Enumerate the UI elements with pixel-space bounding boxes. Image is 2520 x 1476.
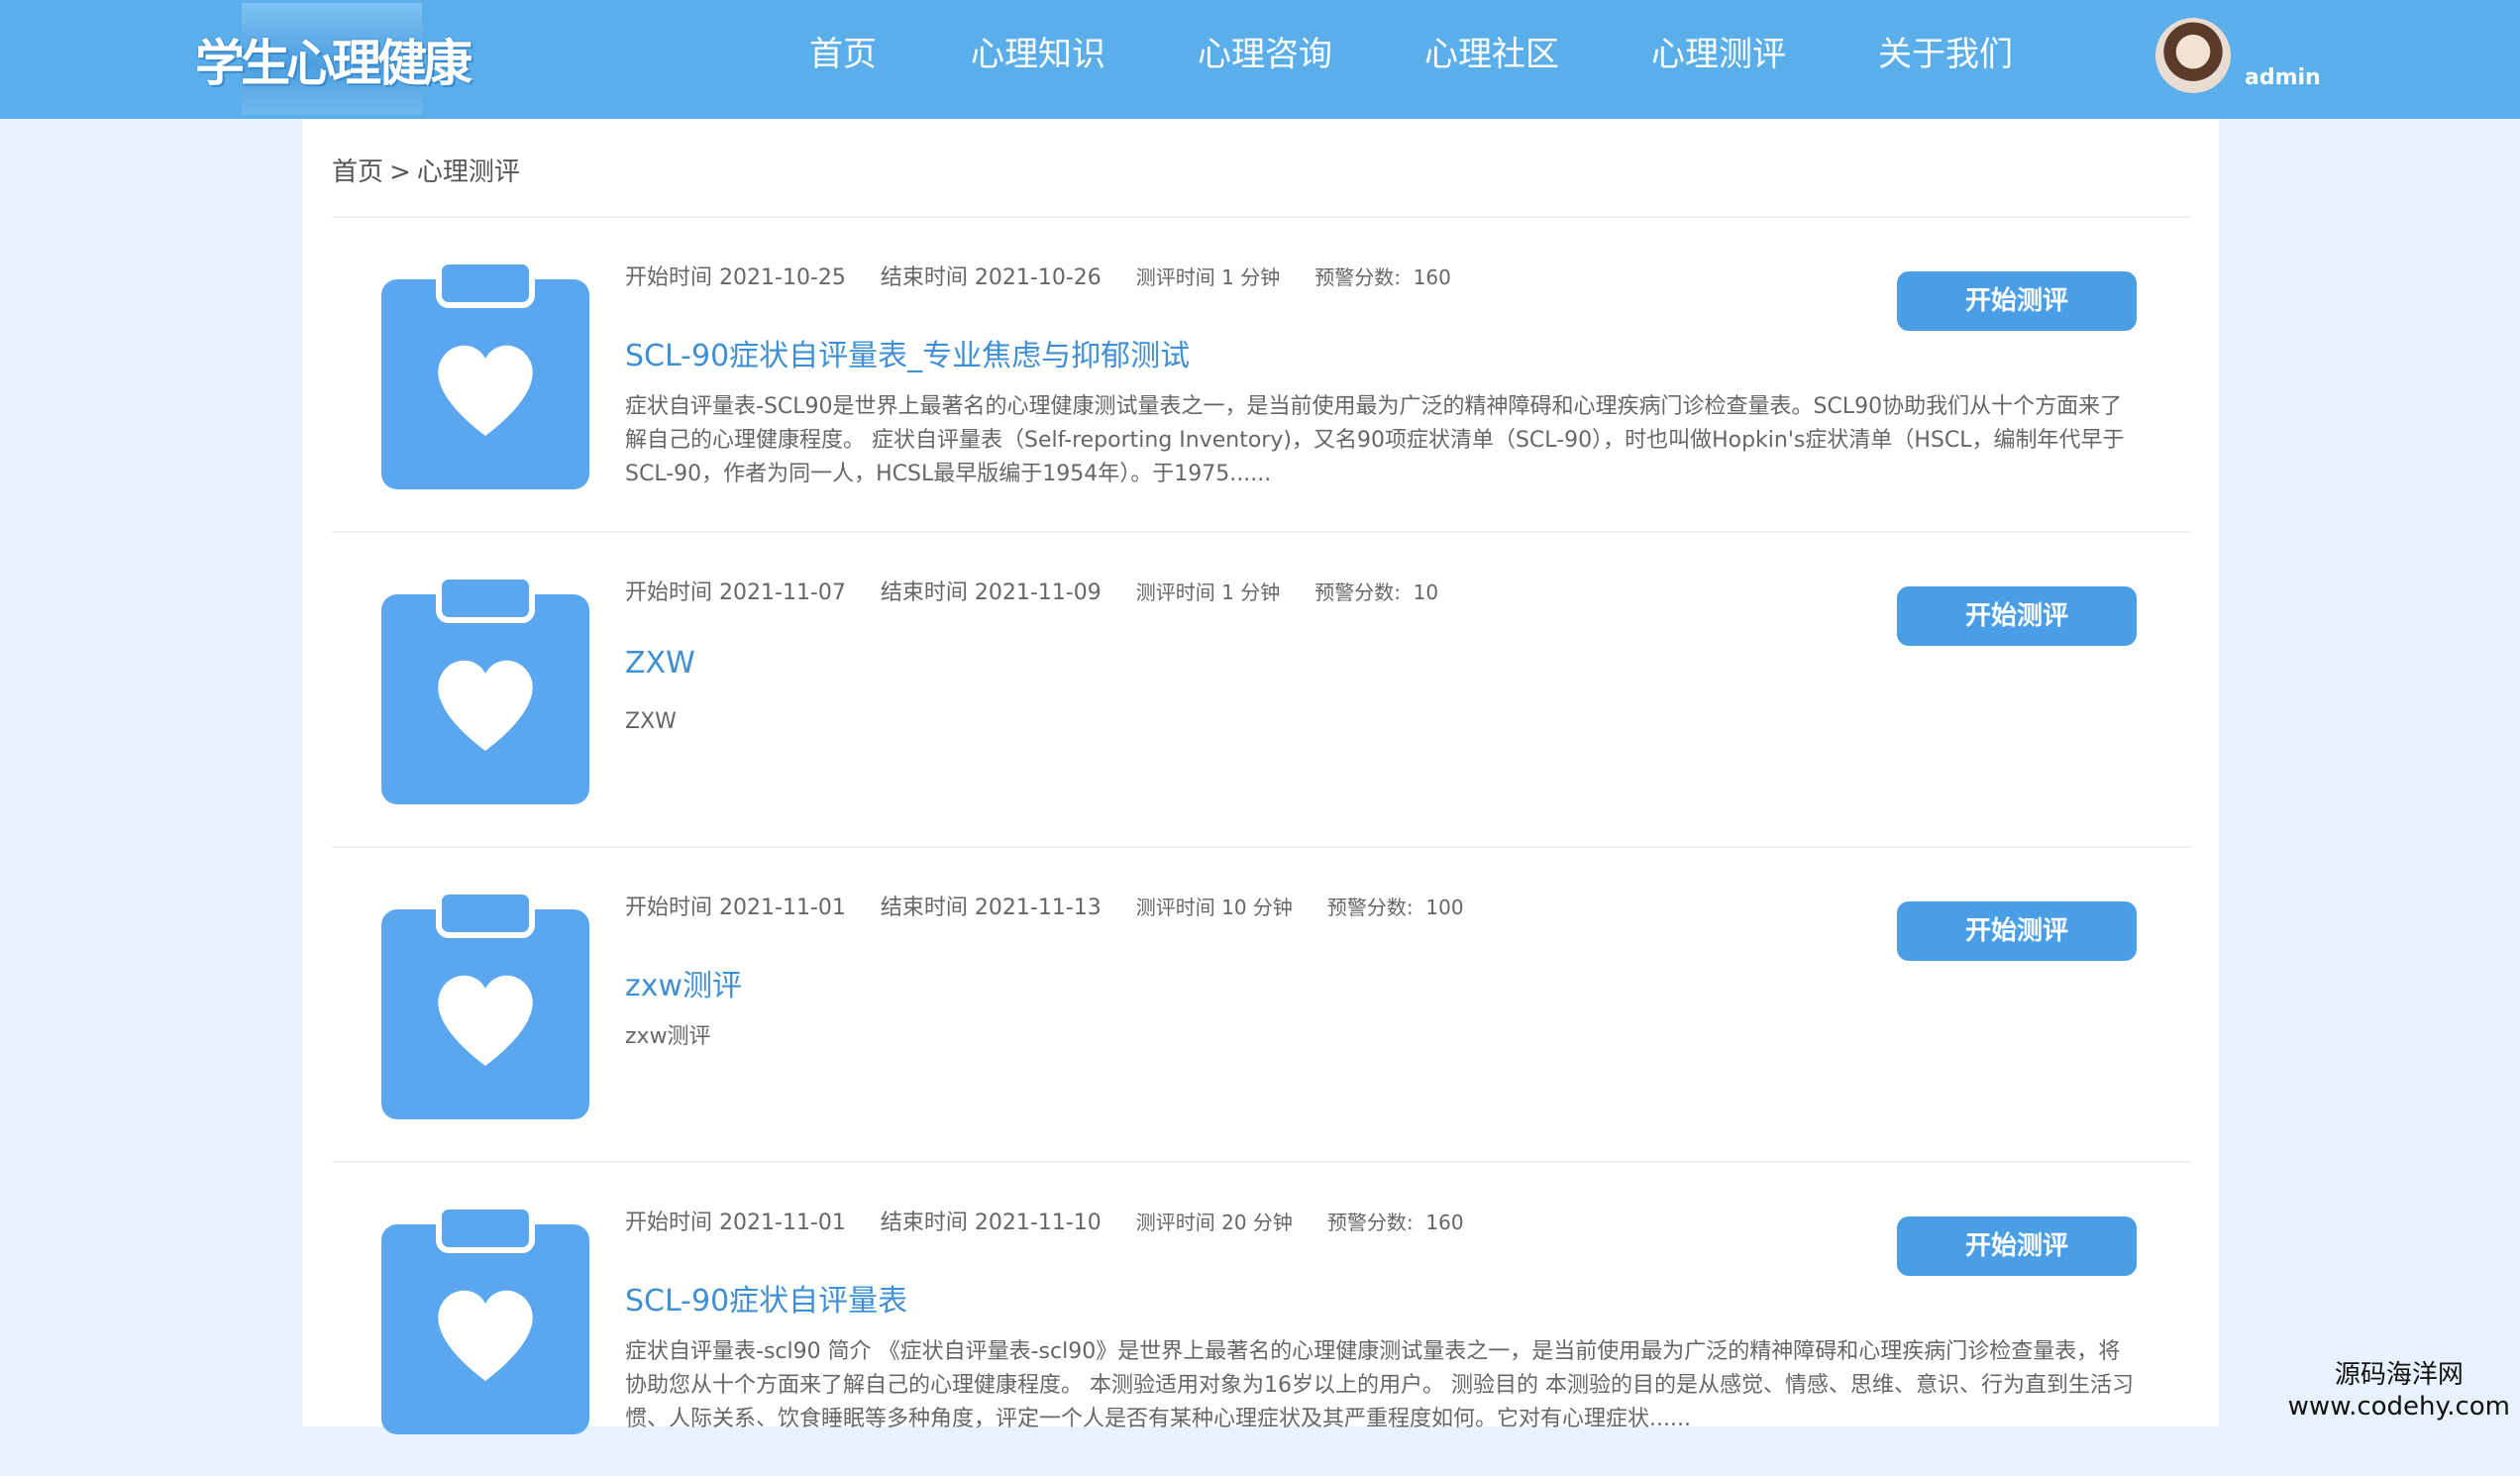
watermark-line1: 源码海洋网 (2334, 1360, 2464, 1390)
assessment-item: 开始时间 2021-10-25 结束时间 2021-10-26 测评时间 1 分… (332, 218, 2190, 531)
warning-score-value: 100 (1425, 896, 1464, 919)
assessment-item: 开始时间 2021-11-07 结束时间 2021-11-09 测评时间 1 分… (332, 533, 2190, 846)
duration-value: 1 分钟 (1221, 580, 1281, 604)
assessment-item: 开始时间 2021-11-01 结束时间 2021-11-13 测评时间 10 … (332, 848, 2190, 1161)
username-label[interactable]: admin (2245, 65, 2321, 90)
end-time-label: 结束时间 (880, 265, 968, 290)
start-time-value: 2021-11-07 (719, 580, 846, 605)
end-time-value: 2021-11-13 (974, 896, 1102, 920)
duration-label: 测评时间 (1135, 896, 1215, 919)
warning-score-value: 10 (1413, 580, 1439, 604)
warning-score-value: 160 (1413, 265, 1451, 289)
clipboard-heart-icon (381, 1207, 589, 1434)
duration-value: 20 分钟 (1221, 1211, 1293, 1234)
watermark-line2: www.codehy.com (2287, 1392, 2510, 1422)
end-time-value: 2021-11-10 (974, 1211, 1102, 1235)
breadcrumb-current: 心理测评 (416, 158, 520, 187)
nav-item-knowledge[interactable]: 心理知识 (971, 30, 1105, 79)
assessment-meta: 开始时间 2021-10-25 结束时间 2021-10-26 测评时间 1 分… (625, 260, 1479, 291)
assessment-title[interactable]: ZXW (625, 646, 695, 681)
duration-label: 测评时间 (1135, 1211, 1215, 1234)
start-time-label: 开始时间 (625, 265, 713, 290)
assessment-description: 症状自评量表-SCL90是世界上最著名的心理健康测试量表之一，是当前使用最为广泛… (625, 394, 2125, 486)
start-time-label: 开始时间 (625, 1211, 713, 1235)
breadcrumb: 首页 > 心理测评 (332, 152, 520, 188)
clipboard-heart-icon (381, 892, 589, 1119)
start-assessment-button[interactable]: 开始测评 (1897, 901, 2137, 961)
nav-item-assessment[interactable]: 心理测评 (1651, 30, 1786, 79)
assessment-description: 症状自评量表-scl90 简介 《症状自评量表-scl90》是世界上最著名的心理… (625, 1339, 2134, 1431)
assessment-title[interactable]: SCL-90症状自评量表_专业焦虑与抑郁测试 (625, 331, 1190, 374)
assessment-description: zxw测评 (625, 1024, 711, 1049)
nav-item-home[interactable]: 首页 (809, 30, 877, 79)
user-avatar[interactable] (2155, 18, 2231, 93)
warning-score-label: 预警分数: (1326, 896, 1414, 919)
nav-item-consultation[interactable]: 心理咨询 (1198, 30, 1332, 79)
assessment-item: 开始时间 2021-11-01 结束时间 2021-11-10 测评时间 20 … (332, 1163, 2190, 1476)
clipboard-heart-icon (381, 577, 589, 804)
duration-label: 测评时间 (1135, 580, 1215, 604)
duration-label: 测评时间 (1135, 265, 1215, 289)
start-assessment-button[interactable]: 开始测评 (1897, 271, 2137, 331)
assessment-meta: 开始时间 2021-11-01 结束时间 2021-11-10 测评时间 20 … (625, 1205, 1492, 1236)
end-time-label: 结束时间 (880, 1211, 968, 1235)
assessment-title[interactable]: zxw测评 (625, 961, 742, 1004)
breadcrumb-home[interactable]: 首页 (332, 158, 383, 187)
watermark: 源码海洋网 www.codehy.com (2288, 1359, 2510, 1423)
warning-score-label: 预警分数: (1326, 1211, 1414, 1234)
assessment-meta: 开始时间 2021-11-07 结束时间 2021-11-09 测评时间 1 分… (625, 575, 1466, 606)
end-time-label: 结束时间 (880, 580, 968, 605)
start-assessment-button[interactable]: 开始测评 (1897, 586, 2137, 646)
warning-score-value: 160 (1425, 1211, 1464, 1234)
clipboard-heart-icon (381, 262, 589, 489)
start-time-value: 2021-11-01 (719, 896, 846, 920)
duration-value: 1 分钟 (1221, 265, 1281, 289)
start-time-label: 开始时间 (625, 896, 713, 920)
top-navbar: 学生心理健康 首页 心理知识 心理咨询 心理社区 心理测评 关于我们 admin (0, 0, 2520, 119)
assessment-description: ZXW (625, 709, 677, 734)
start-assessment-button[interactable]: 开始测评 (1897, 1216, 2137, 1276)
warning-score-label: 预警分数: (1314, 265, 1401, 289)
breadcrumb-separator: > (389, 158, 411, 187)
end-time-value: 2021-11-09 (974, 580, 1102, 605)
content-panel: 首页 > 心理测评 开始时间 2021-10-25 结束时间 2021-10-26 … (302, 119, 2219, 1434)
assessment-title[interactable]: SCL-90症状自评量表 (625, 1276, 907, 1319)
main-nav: 首页 心理知识 心理咨询 心理社区 心理测评 关于我们 (0, 0, 2520, 119)
start-time-value: 2021-11-01 (719, 1211, 846, 1235)
end-time-label: 结束时间 (880, 896, 968, 920)
end-time-value: 2021-10-26 (974, 265, 1102, 290)
start-time-value: 2021-10-25 (719, 265, 846, 290)
nav-item-about[interactable]: 关于我们 (1878, 30, 2013, 79)
duration-value: 10 分钟 (1221, 896, 1293, 919)
nav-item-community[interactable]: 心理社区 (1424, 30, 1559, 79)
assessment-meta: 开始时间 2021-11-01 结束时间 2021-11-13 测评时间 10 … (625, 890, 1492, 921)
warning-score-label: 预警分数: (1314, 580, 1401, 604)
start-time-label: 开始时间 (625, 580, 713, 605)
